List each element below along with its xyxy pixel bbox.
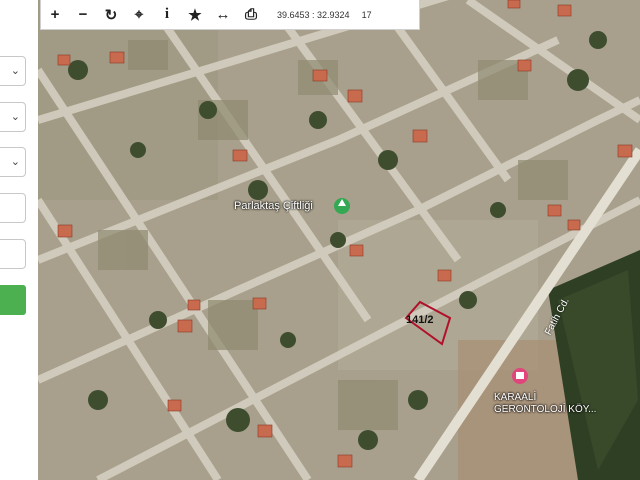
info-icon: i xyxy=(164,6,170,22)
chevron-down-icon: ⌄ xyxy=(10,156,20,168)
dropdown-2[interactable]: ⌄ xyxy=(0,102,26,132)
favorite-button[interactable]: ★ xyxy=(181,0,209,30)
zoom-level-readout: 17 xyxy=(361,9,372,20)
dropdown-3[interactable]: ⌄ xyxy=(0,147,26,177)
refresh-button[interactable]: ↻ xyxy=(97,0,125,30)
print-button[interactable]: ⎙ xyxy=(237,0,265,30)
info-button[interactable]: i xyxy=(153,0,181,30)
star-icon: ★ xyxy=(188,6,202,24)
poi-parlaktas-marker[interactable] xyxy=(334,198,350,214)
refresh-icon: ↻ xyxy=(104,6,118,24)
poi-karaali-marker[interactable] xyxy=(512,368,528,384)
satellite-map[interactable]: Parlaktaş Çiftliği 141/2 Fatih Cd. KARAA… xyxy=(38,0,640,480)
chevron-down-icon: ⌄ xyxy=(10,65,20,77)
poi-parlaktas-label: Parlaktaş Çiftliği xyxy=(234,200,313,212)
text-input-1[interactable] xyxy=(0,193,26,223)
search-button[interactable] xyxy=(0,285,26,315)
dropdown-1[interactable]: ⌄ xyxy=(0,56,26,86)
poi-karaali-label: KARAALİ GERONTOLOJİ KÖY... xyxy=(494,392,597,415)
measure-button[interactable]: ↔ xyxy=(209,0,237,30)
zoom-in-button[interactable]: + xyxy=(41,0,69,30)
coordinate-readout: 39.6453 : 32.9324 xyxy=(277,9,350,20)
locate-button[interactable]: ⌖ xyxy=(125,0,153,30)
printer-icon: ⎙ xyxy=(244,6,257,23)
crosshair-icon: ⌖ xyxy=(134,6,144,23)
text-input-2[interactable] xyxy=(0,239,26,269)
parcel-number-label: 141/2 xyxy=(406,314,434,326)
map-toolbar: + − ↻ ⌖ i ★ ↔ ⎙ 39.6453 : 32.9324 17 xyxy=(40,0,420,30)
left-panel: ⌄ ⌄ ⌄ xyxy=(0,0,39,480)
measure-arrows-icon: ↔ xyxy=(215,6,231,23)
plus-icon: + xyxy=(50,6,60,23)
zoom-out-button[interactable]: − xyxy=(69,0,97,30)
chevron-down-icon: ⌄ xyxy=(10,111,20,123)
minus-icon: − xyxy=(78,6,88,23)
